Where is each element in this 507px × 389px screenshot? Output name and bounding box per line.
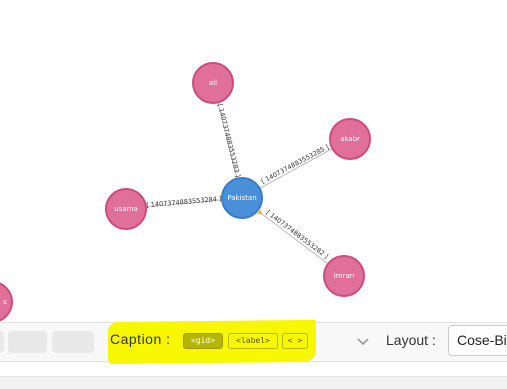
chevron-down-icon[interactable] [356, 334, 370, 348]
node-label: akabr [340, 135, 360, 143]
graph-node-ali[interactable]: ali [192, 62, 234, 104]
layout-select[interactable]: Cose-Bilkent [448, 325, 507, 356]
toolbar-button[interactable] [0, 331, 4, 353]
edge-label: [ 1407374883553285 ] [260, 143, 330, 185]
bottom-strip [0, 376, 507, 389]
edge-label: [ 1407374883553283 ] [216, 103, 242, 178]
node-label: s [3, 298, 7, 306]
node-label: usama [114, 205, 137, 213]
caption-label: Caption : [110, 331, 171, 347]
graph-node-imran[interactable]: imran [323, 255, 365, 297]
node-label: imran [334, 272, 354, 280]
toolbar-button[interactable] [52, 331, 94, 353]
edge-label: [ 1407374883553282 ] [265, 209, 330, 261]
toolbar-button[interactable] [8, 331, 47, 353]
caption-empty-button[interactable]: < > [282, 333, 308, 349]
graph-node-partial[interactable]: s [0, 282, 13, 322]
caption-gid-button[interactable]: <gid> [183, 333, 223, 349]
graph-node-usama[interactable]: usama [105, 188, 147, 230]
layout-label: Layout : [386, 332, 436, 348]
caption-label-button[interactable]: <label> [228, 333, 278, 349]
graph-svg[interactable]: [ 1407374883553283 ] [ 1407374883553285 … [0, 0, 507, 322]
node-label: ali [209, 79, 217, 87]
edge-label: [ 1407374883553284 ] [146, 195, 222, 210]
node-label: Pakistan [227, 194, 256, 202]
graph-canvas[interactable]: [ 1407374883553283 ] [ 1407374883553285 … [0, 0, 507, 322]
graph-node-pakistan[interactable]: Pakistan [221, 177, 263, 219]
graph-node-akabr[interactable]: akabr [329, 118, 371, 160]
